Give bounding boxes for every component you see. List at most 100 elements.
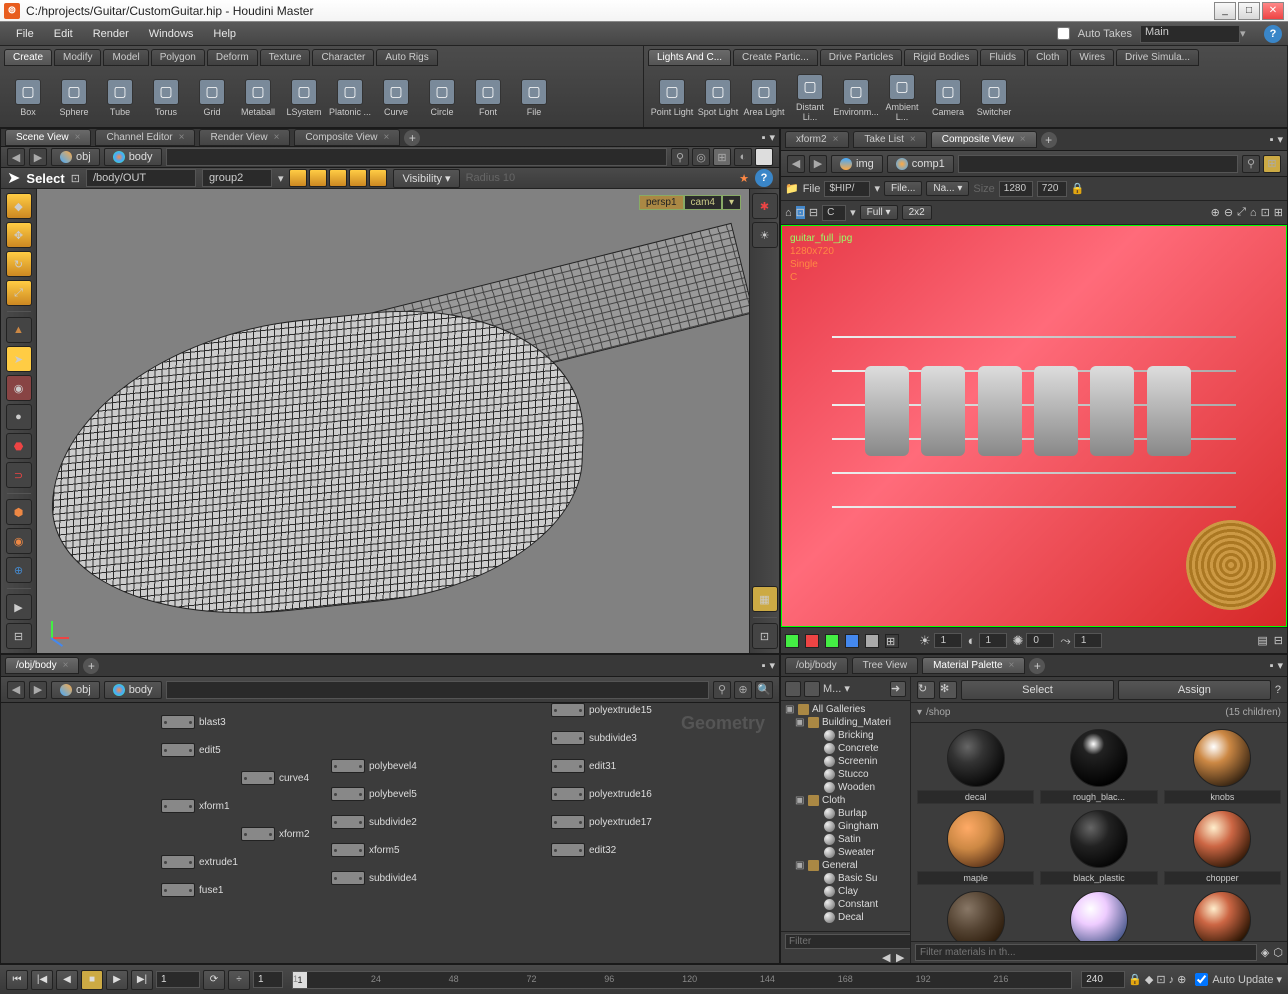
- tab-take-list[interactable]: Take List×: [853, 131, 926, 148]
- tree-item[interactable]: Wooden: [781, 781, 910, 794]
- magnet-icon[interactable]: ⊃: [6, 462, 32, 488]
- viewport-help-icon[interactable]: ?: [755, 169, 773, 187]
- network-node[interactable]: fuse1: [161, 883, 223, 897]
- grid-snap-icon[interactable]: ◉: [6, 528, 32, 554]
- mat-refresh-icon[interactable]: ↻: [917, 681, 935, 699]
- shelf-tool[interactable]: ▢Torus: [144, 73, 188, 123]
- back-icon[interactable]: ◀: [787, 155, 805, 173]
- menu-help[interactable]: Help: [203, 25, 246, 43]
- tab-obj-body[interactable]: /obj/body: [785, 657, 848, 674]
- end-frame-field[interactable]: 240: [1081, 971, 1125, 988]
- shelf-tab[interactable]: Cloth: [1027, 49, 1068, 66]
- shelf-tab[interactable]: Drive Particles: [820, 49, 902, 66]
- tab-scene-view[interactable]: Scene View×: [5, 129, 91, 146]
- lighting-icon[interactable]: ☀: [752, 222, 778, 248]
- select-button[interactable]: Select: [961, 680, 1114, 700]
- swatch-blue[interactable]: [845, 634, 859, 648]
- view-full[interactable]: Full ▾: [860, 205, 898, 220]
- snap-icon[interactable]: ⬣: [6, 433, 32, 459]
- hist-icon[interactable]: ▤: [1257, 634, 1267, 647]
- swatch-green2[interactable]: [825, 634, 839, 648]
- shelf-tab[interactable]: Auto Rigs: [376, 49, 437, 66]
- material-filter-input[interactable]: [915, 944, 1257, 961]
- shelf-tool[interactable]: ▢Camera: [926, 73, 970, 123]
- network-node[interactable]: xform2: [241, 827, 310, 841]
- pane-max-icon[interactable]: ▪: [762, 132, 766, 144]
- forward-icon[interactable]: ▶: [29, 148, 47, 166]
- menu-file[interactable]: File: [6, 25, 44, 43]
- shelf-tool[interactable]: ▢Curve: [374, 73, 418, 123]
- shelf-tab[interactable]: Create Partic...: [733, 49, 818, 66]
- move-tool-icon[interactable]: ✥: [6, 222, 32, 248]
- shelf-tool[interactable]: ▢Distant Li...: [788, 73, 832, 123]
- tree-item[interactable]: Stucco: [781, 768, 910, 781]
- tree-group[interactable]: ▣Building_Materi: [781, 716, 910, 729]
- group-field[interactable]: group2: [202, 169, 272, 187]
- ghost-icon[interactable]: ◎: [692, 148, 710, 166]
- lock-icon[interactable]: 🔒: [1071, 182, 1085, 195]
- handle-icon[interactable]: ⊕: [6, 557, 32, 583]
- camera-cam[interactable]: cam4: [684, 195, 722, 210]
- pin-icon[interactable]: ⚲: [713, 681, 731, 699]
- shelf-tool[interactable]: ▢Sphere: [52, 73, 96, 123]
- up-arrow-icon[interactable]: ▲: [6, 317, 32, 343]
- material-cell[interactable]: chopper: [1164, 810, 1281, 885]
- shelf-tool[interactable]: ▢Point Light: [650, 73, 694, 123]
- sel-mode-2[interactable]: [309, 169, 327, 187]
- tree-menu[interactable]: M... ▾: [823, 682, 850, 695]
- hip-field[interactable]: $HIP/: [824, 181, 870, 197]
- white-swatch[interactable]: [755, 148, 773, 166]
- pane-max-icon[interactable]: ▪: [1270, 134, 1274, 146]
- tab-material-palette[interactable]: Material Palette×: [922, 657, 1025, 674]
- render-view[interactable]: guitar_full_jpg 1280x720 Single C: [781, 225, 1287, 627]
- audio-icon[interactable]: ♪: [1169, 974, 1175, 986]
- grid-2x2[interactable]: 2x2: [902, 205, 932, 220]
- opt-icon-1[interactable]: ⊕: [1211, 206, 1220, 219]
- gamma-field[interactable]: 0: [1026, 633, 1054, 648]
- tree-item[interactable]: Bricking: [781, 729, 910, 742]
- shelf-tool[interactable]: ▢Grid: [190, 73, 234, 123]
- tree-item[interactable]: Burlap: [781, 807, 910, 820]
- expose-icon[interactable]: ⊕: [734, 681, 752, 699]
- shelf-tab[interactable]: Deform: [207, 49, 258, 66]
- adapt-field[interactable]: 1: [1074, 633, 1102, 648]
- pin-icon[interactable]: ⚲: [671, 148, 689, 166]
- pane-menu-icon[interactable]: ▾: [1277, 659, 1283, 672]
- add-tab-button[interactable]: +: [1029, 658, 1045, 674]
- menu-windows[interactable]: Windows: [139, 25, 204, 43]
- browse-icon[interactable]: ▾: [874, 182, 880, 195]
- zoom-icon[interactable]: ⊡: [796, 206, 805, 219]
- increment-field[interactable]: 1: [253, 971, 283, 988]
- tree-item[interactable]: Basic Su: [781, 872, 910, 885]
- select-tool-icon[interactable]: ➤: [6, 346, 32, 372]
- flipbook-icon[interactable]: ⊟: [6, 623, 32, 649]
- sel-mode-1[interactable]: [289, 169, 307, 187]
- open-icon[interactable]: 📁: [785, 182, 799, 195]
- sel-mode-3[interactable]: [329, 169, 347, 187]
- take-menu-icon[interactable]: ▾: [1240, 27, 1256, 40]
- pane-menu-icon[interactable]: ▾: [769, 659, 775, 672]
- shelf-tab[interactable]: Lights And C...: [648, 49, 731, 66]
- add-tab-button[interactable]: +: [1041, 132, 1057, 148]
- shelf-tab[interactable]: Model: [103, 49, 148, 66]
- scope-icon[interactable]: ⊡: [1156, 973, 1165, 986]
- stop-button[interactable]: ■: [81, 970, 103, 990]
- shelf-tool[interactable]: ▢File: [512, 73, 556, 123]
- network-node[interactable]: subdivide3: [551, 731, 637, 745]
- pane-max-icon[interactable]: ▪: [1270, 660, 1274, 672]
- material-cell[interactable]: black_plastic: [1040, 810, 1157, 885]
- shelf-tool[interactable]: ▢Metaball: [236, 73, 280, 123]
- next-key-button[interactable]: ▶|: [131, 970, 153, 990]
- network-node[interactable]: xform5: [331, 843, 400, 857]
- tab-channel-editor[interactable]: Channel Editor×: [95, 129, 195, 146]
- secure-sel-icon[interactable]: ★: [739, 172, 749, 185]
- auto-takes-toggle[interactable]: Auto Takes: [1057, 27, 1132, 40]
- tab-composite-view[interactable]: Composite View×: [294, 129, 400, 146]
- shop-path[interactable]: /shop: [926, 707, 950, 718]
- key-icon[interactable]: ◆: [1145, 973, 1153, 986]
- material-cell[interactable]: knobs: [1164, 729, 1281, 804]
- assign-button[interactable]: Assign: [1118, 680, 1271, 700]
- scroll-right-icon[interactable]: ▶: [896, 951, 908, 961]
- material-cell[interactable]: rough_blac...: [1040, 729, 1157, 804]
- prev-frame-button[interactable]: ◀: [56, 970, 78, 990]
